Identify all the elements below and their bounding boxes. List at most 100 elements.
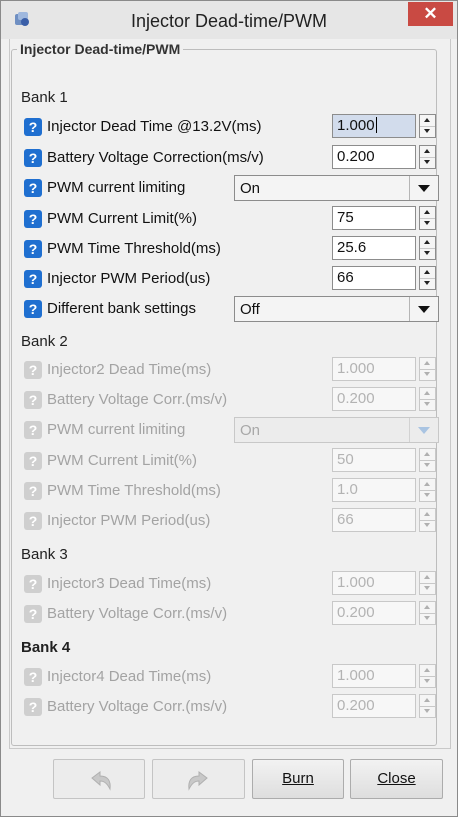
b2-pwm-time-threshold-spinner [419, 478, 436, 502]
b1-pwm-current-limit-input[interactable]: 75 [332, 206, 416, 230]
label-b3-dead-time: Injector3 Dead Time(ms) [47, 575, 212, 592]
spin-down-icon [420, 460, 435, 471]
label-b2-dead-time: Injector2 Dead Time(ms) [47, 361, 212, 378]
text-caret [375, 117, 377, 133]
b1-battery-corr-spinner[interactable] [419, 145, 436, 169]
close-icon: ✕ [423, 4, 438, 23]
b1-pwm-period-spinner[interactable] [419, 266, 436, 290]
b2-pwm-limiting-select: On [234, 417, 439, 443]
help-icon: ? [24, 512, 42, 530]
b1-pwm-time-threshold-input[interactable]: 25.6 [332, 236, 416, 260]
window-title: Injector Dead-time/PWM [130, 11, 328, 31]
section-bank-4: Bank 4 [21, 639, 71, 656]
b4-dead-time-spinner [419, 664, 436, 688]
help-icon: ? [24, 361, 42, 379]
burn-label: Burn [282, 770, 314, 787]
help-icon[interactable]: ? [24, 270, 42, 288]
spin-down-icon [420, 490, 435, 501]
b3-battery-corr-spinner [419, 601, 436, 625]
different-bank-select[interactable]: Off [234, 296, 439, 322]
help-icon: ? [24, 482, 42, 500]
b4-battery-corr-input: 0.200 [332, 694, 416, 718]
b2-pwm-current-limit-input: 50 [332, 448, 416, 472]
help-icon[interactable]: ? [24, 118, 42, 136]
label-b1-dead-time: Injector Dead Time @13.2V(ms) [47, 118, 262, 135]
help-icon: ? [24, 668, 42, 686]
b2-battery-corr-input: 0.200 [332, 387, 416, 411]
undo-icon [91, 771, 111, 791]
label-b2-pwm-time-threshold: PWM Time Threshold(ms) [47, 482, 221, 499]
footer-separator [9, 748, 449, 749]
dialog-window: Injector Dead-time/PWM ✕ Injector Dead-t… [0, 0, 458, 817]
spin-down-icon[interactable] [420, 248, 435, 259]
spin-down-icon [420, 676, 435, 687]
section-bank-2: Bank 2 [21, 333, 68, 350]
label-b1-pwm-current-limit: PWM Current Limit(%) [47, 210, 198, 227]
b1-pwm-limiting-select[interactable]: On [234, 175, 439, 201]
spin-down-icon [420, 613, 435, 624]
label-b2-pwm-limiting: PWM current limiting [47, 421, 186, 438]
spin-down-icon[interactable] [420, 218, 435, 229]
select-value: Off [240, 301, 260, 318]
section-bank-1: Bank 1 [21, 89, 68, 106]
label-b3-battery-corr: Battery Voltage Corr.(ms/v) [47, 605, 228, 622]
label-b1-battery-corr: Battery Voltage Correction(ms/v) [47, 149, 264, 166]
select-value: On [240, 422, 261, 439]
b3-dead-time-input: 1.000 [332, 571, 416, 595]
help-icon[interactable]: ? [24, 240, 42, 258]
chevron-down-icon[interactable] [409, 176, 438, 200]
b1-pwm-time-threshold-spinner[interactable] [419, 236, 436, 260]
label-b1-pwm-limiting: PWM current limiting [47, 179, 186, 196]
label-b2-battery-corr: Battery Voltage Corr.(ms/v) [47, 391, 228, 408]
close-label: Close [377, 770, 416, 787]
label-different-bank: Different bank settings [47, 300, 196, 317]
label-b1-pwm-time-threshold: PWM Time Threshold(ms) [47, 240, 221, 257]
b3-battery-corr-input: 0.200 [332, 601, 416, 625]
label-b1-pwm-period: Injector PWM Period(us) [47, 270, 211, 287]
burn-button[interactable]: Burn [252, 759, 344, 799]
label-b4-battery-corr: Battery Voltage Corr.(ms/v) [47, 698, 228, 715]
b1-dead-time-input[interactable]: 1.000 [332, 114, 416, 138]
b2-battery-corr-spinner [419, 387, 436, 411]
spin-down-icon [420, 706, 435, 717]
help-icon[interactable]: ? [24, 179, 42, 197]
group-title: Injector Dead-time/PWM [17, 41, 184, 57]
b2-pwm-period-input: 66 [332, 508, 416, 532]
b4-dead-time-input: 1.000 [332, 664, 416, 688]
close-button[interactable]: Close [350, 759, 443, 799]
b4-battery-corr-spinner [419, 694, 436, 718]
undo-button[interactable] [53, 759, 145, 799]
b1-battery-corr-input[interactable]: 0.200 [332, 145, 416, 169]
b2-pwm-current-limit-spinner [419, 448, 436, 472]
spin-down-icon[interactable] [420, 126, 435, 137]
help-icon[interactable]: ? [24, 149, 42, 167]
label-b2-pwm-period: Injector PWM Period(us) [47, 512, 211, 529]
b3-dead-time-spinner [419, 571, 436, 595]
help-icon[interactable]: ? [24, 300, 42, 318]
b1-dead-time-spinner[interactable] [419, 114, 436, 138]
label-b4-dead-time: Injector4 Dead Time(ms) [47, 668, 212, 685]
b1-pwm-current-limit-spinner[interactable] [419, 206, 436, 230]
chevron-down-icon[interactable] [409, 297, 438, 321]
b2-dead-time-spinner [419, 357, 436, 381]
help-icon: ? [24, 421, 42, 439]
redo-icon [188, 771, 208, 791]
spin-down-icon[interactable] [420, 157, 435, 168]
label-b2-pwm-current-limit: PWM Current Limit(%) [47, 452, 198, 469]
close-window-button[interactable]: ✕ [408, 2, 453, 26]
spin-down-icon[interactable] [420, 278, 435, 289]
b2-dead-time-input: 1.000 [332, 357, 416, 381]
help-icon[interactable]: ? [24, 210, 42, 228]
spin-down-icon [420, 399, 435, 410]
help-icon: ? [24, 698, 42, 716]
b2-pwm-time-threshold-input: 1.0 [332, 478, 416, 502]
select-value: On [240, 180, 261, 197]
help-icon: ? [24, 605, 42, 623]
help-icon: ? [24, 452, 42, 470]
help-icon: ? [24, 575, 42, 593]
b2-pwm-period-spinner [419, 508, 436, 532]
spin-down-icon [420, 520, 435, 531]
b1-pwm-period-input[interactable]: 66 [332, 266, 416, 290]
redo-button[interactable] [152, 759, 245, 799]
title-bar[interactable]: Injector Dead-time/PWM ✕ [1, 1, 457, 39]
